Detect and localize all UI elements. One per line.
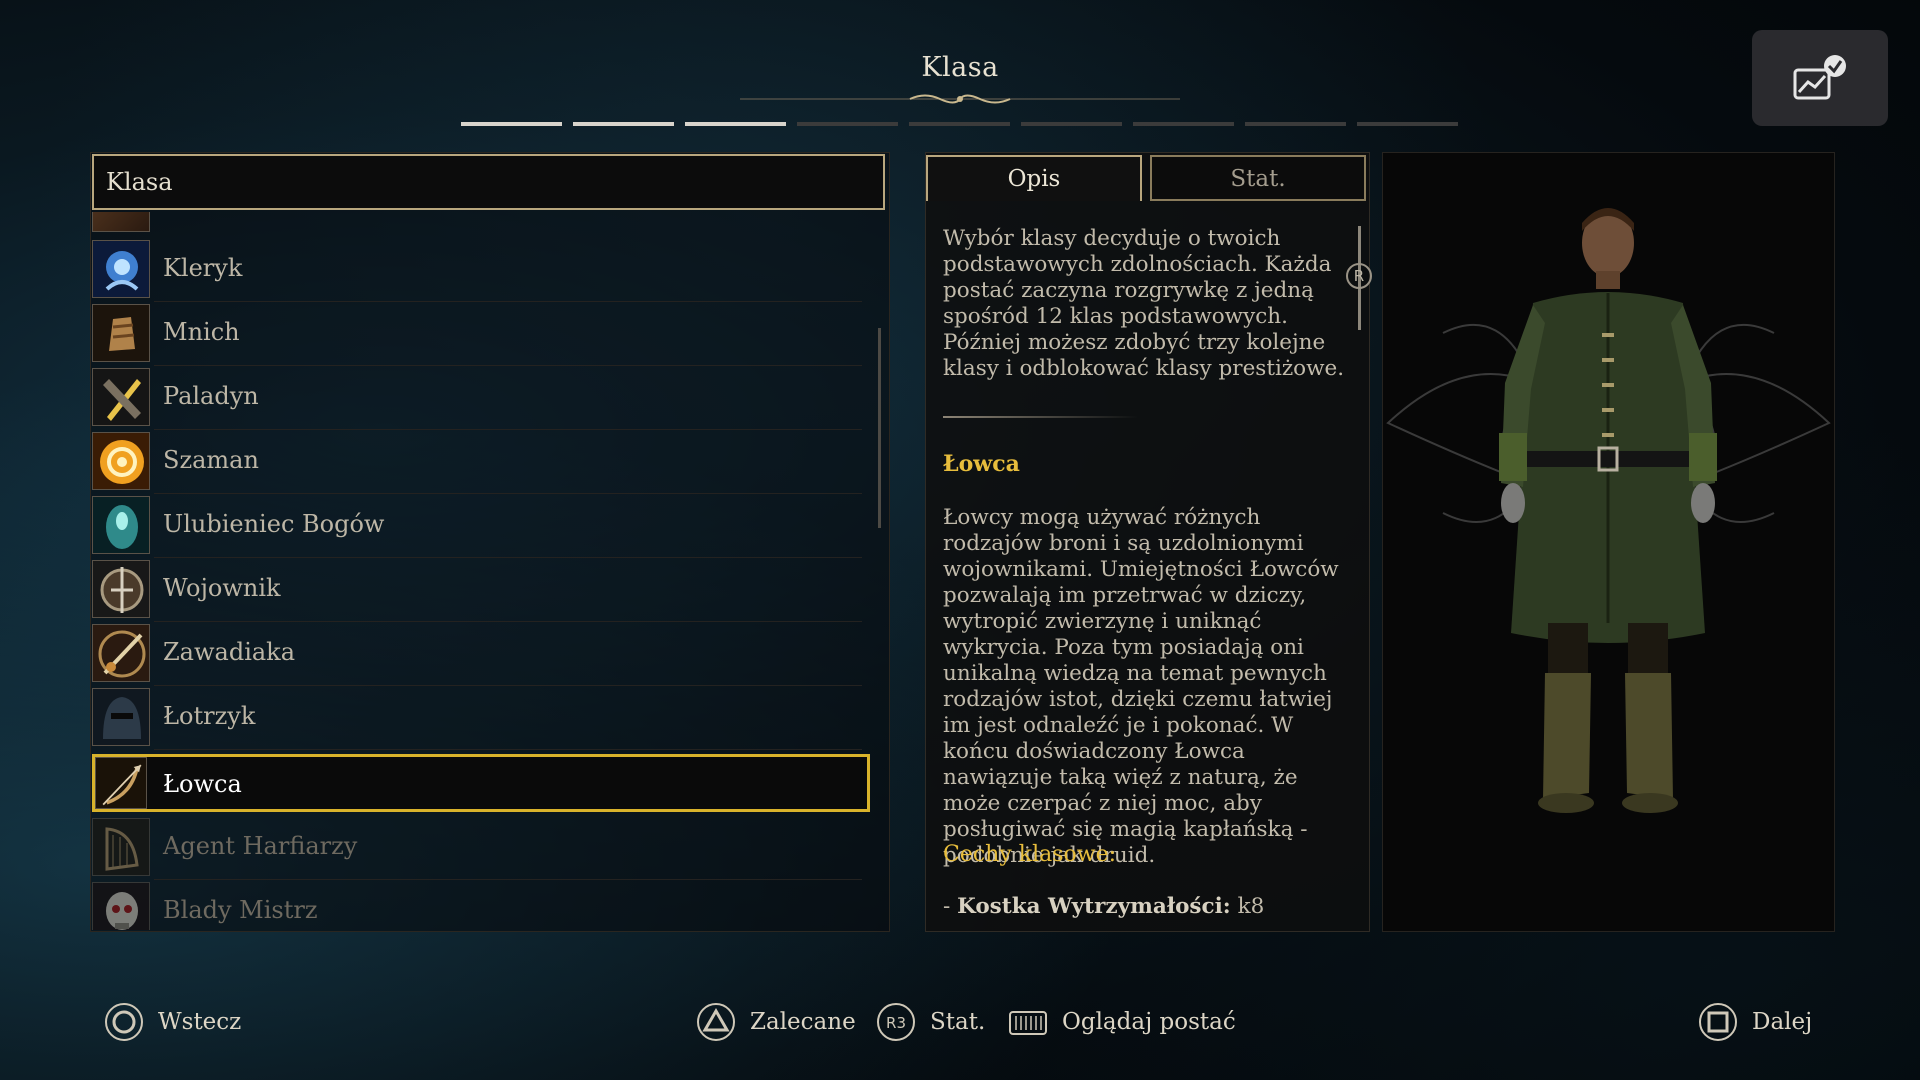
class-item-agent-harfiarzy[interactable]: Agent Harfiarzy (92, 816, 872, 880)
stats-button[interactable]: R3 Stat. (876, 1000, 985, 1044)
pale-master-icon (92, 882, 150, 930)
progress-step (685, 122, 786, 126)
class-icon (92, 212, 150, 232)
touchpad-icon (1009, 1011, 1047, 1035)
tab-stat[interactable]: Stat. (1150, 155, 1366, 201)
trait-label: Kostka Wytrzymałości: (957, 894, 1231, 919)
trait-value: k8 (1230, 894, 1265, 919)
progress-step (461, 122, 562, 126)
class-item-blady-mistrz[interactable]: Blady Mistrz (92, 880, 872, 930)
class-name: Szaman (163, 446, 259, 474)
title-ornament (740, 94, 1180, 104)
fighter-icon (92, 560, 150, 618)
class-item-ulubieniec-bogow[interactable]: Ulubieniec Bogów (92, 494, 872, 558)
class-name: Ulubieniec Bogów (163, 510, 385, 538)
progress-step (1245, 122, 1346, 126)
class-list-scrollbar[interactable] (878, 328, 881, 528)
class-name: Łotrzyk (163, 702, 256, 730)
recommended-label: Zalecane (750, 1009, 856, 1035)
view-character-button[interactable]: Oglądaj postać (1008, 1000, 1236, 1044)
row-divider (154, 749, 862, 750)
class-intro-text: Wybór klasy decyduje o twoich podstawowy… (943, 226, 1345, 381)
r3-glyph: R3 (886, 1014, 906, 1032)
class-item-lowca[interactable]: Łowca (92, 754, 872, 818)
character-preview[interactable] (1382, 152, 1835, 932)
character-summary-button[interactable] (1752, 30, 1888, 126)
next-label: Dalej (1752, 1009, 1813, 1035)
class-list[interactable]: Kleryk Mnich Paladyn Szaman Ulubieniec B… (92, 212, 872, 930)
class-item-szaman[interactable]: Szaman (92, 430, 872, 494)
tab-opis[interactable]: Opis (926, 155, 1142, 201)
trait-hit-die: - Kostka Wytrzymałości: k8 (943, 894, 1264, 919)
progress-step (1021, 122, 1122, 126)
recommended-button[interactable]: Zalecane (696, 1000, 856, 1044)
favored-soul-icon (92, 496, 150, 554)
class-item-wojownik[interactable]: Wojownik (92, 558, 872, 622)
class-description: Łowcy mogą używać różnych rodzajów broni… (943, 505, 1339, 868)
circle-button-icon (105, 1003, 143, 1041)
class-traits-title: Cechy klasowe: (943, 842, 1117, 867)
class-list-header-label: Klasa (106, 168, 173, 196)
section-divider (943, 416, 1138, 418)
cleric-icon (92, 240, 150, 298)
r3-button-icon: R3 (877, 1003, 915, 1041)
progress-step (573, 122, 674, 126)
character-model (1386, 208, 1831, 813)
progress-step (797, 122, 898, 126)
square-button-icon (1699, 1003, 1737, 1041)
chart-check-icon (1793, 55, 1846, 100)
monk-icon (92, 304, 150, 362)
class-name: Kleryk (163, 254, 243, 282)
shaman-icon (92, 432, 150, 490)
triangle-button-icon (697, 1003, 735, 1041)
class-name: Zawadiaka (163, 638, 296, 666)
swashbuckler-icon (92, 624, 150, 682)
paladin-icon (92, 368, 150, 426)
selected-class-title: Łowca (943, 451, 1020, 477)
class-list-header: Klasa (92, 154, 885, 210)
class-name: Blady Mistrz (163, 896, 318, 924)
class-name: Agent Harfiarzy (163, 832, 358, 860)
class-name: Paladyn (163, 382, 259, 410)
progress-step (909, 122, 1010, 126)
class-name: Łowca (163, 770, 242, 798)
rogue-icon (92, 688, 150, 746)
back-label: Wstecz (158, 1009, 242, 1035)
view-character-label: Oglądaj postać (1062, 1009, 1236, 1035)
class-item-mnich[interactable]: Mnich (92, 302, 872, 366)
class-name: Wojownik (163, 574, 281, 602)
ranger-icon (95, 757, 147, 809)
class-item-zawadiaka[interactable]: Zawadiaka (92, 622, 872, 686)
trait-prefix: - (943, 894, 958, 919)
list-item[interactable] (92, 212, 872, 236)
next-button[interactable]: Dalej (1698, 1000, 1812, 1044)
class-item-lotrzyk[interactable]: Łotrzyk (92, 686, 872, 750)
progress-steps (461, 122, 1458, 126)
back-button[interactable]: Wstecz (104, 1000, 241, 1044)
class-item-paladyn[interactable]: Paladyn (92, 366, 872, 430)
progress-step (1357, 122, 1458, 126)
class-name: Mnich (163, 318, 240, 346)
page-title: Klasa (921, 52, 999, 83)
stats-label: Stat. (930, 1009, 986, 1035)
harper-agent-icon (92, 818, 150, 876)
progress-step (1133, 122, 1234, 126)
class-item-kleryk[interactable]: Kleryk (92, 238, 872, 302)
